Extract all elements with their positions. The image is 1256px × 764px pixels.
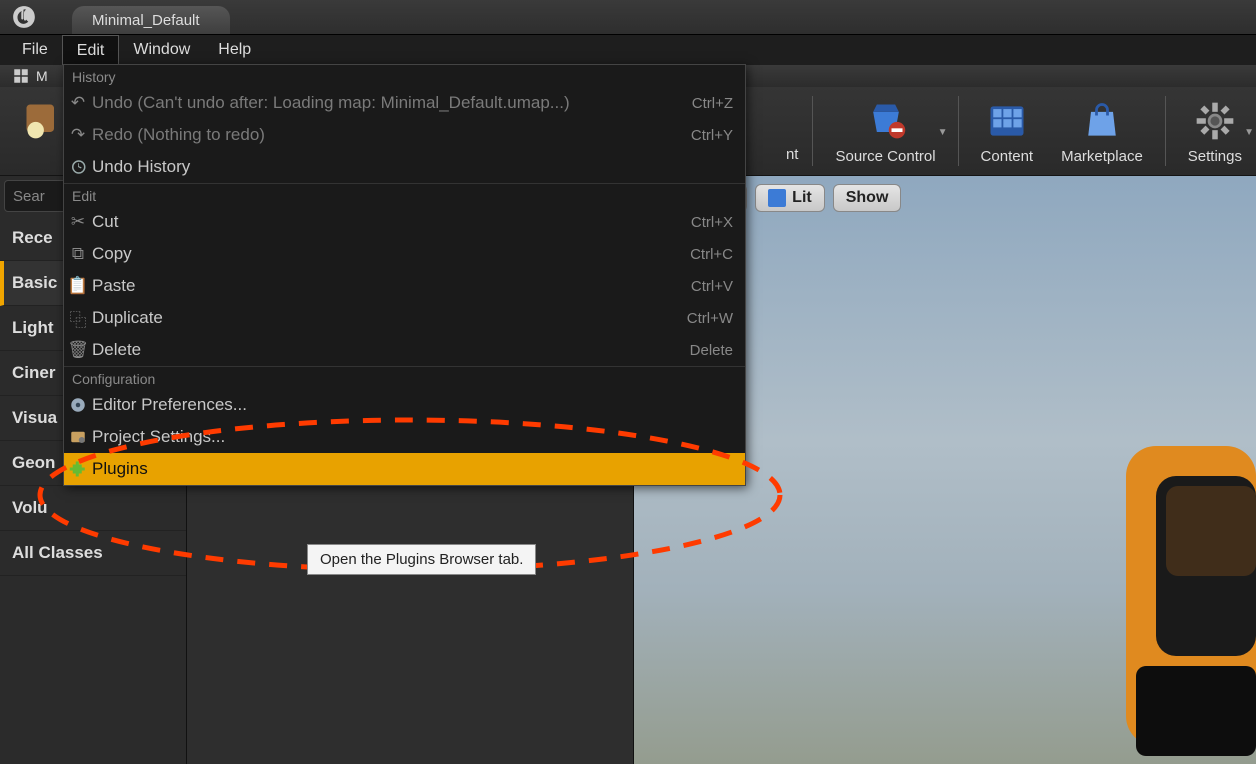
menu-undo[interactable]: ↶ Undo (Can't undo after: Loading map: M…: [64, 87, 745, 119]
toolbar-separator: [1165, 96, 1166, 166]
menu-duplicate-label: Duplicate: [92, 308, 163, 328]
project-settings-icon: [68, 427, 88, 447]
toolbar-content-label: Content: [981, 148, 1034, 165]
menu-undo-history[interactable]: Undo History: [64, 151, 745, 183]
redo-arrow-icon: ↷: [68, 125, 88, 145]
undo-arrow-icon: ↶: [68, 93, 88, 113]
modes-icon: [12, 67, 30, 85]
toolbar-marketplace[interactable]: Marketplace: [1047, 87, 1157, 175]
tooltip: Open the Plugins Browser tab.: [307, 544, 536, 575]
edit-menu-section-configuration: Configuration: [64, 366, 745, 389]
edit-menu-section-history: History: [64, 65, 745, 87]
menu-help[interactable]: Help: [204, 35, 265, 65]
toolbar-separator: [812, 96, 813, 166]
toolbar-source-control-label: Source Control: [835, 148, 935, 165]
menu-copy-shortcut: Ctrl+C: [690, 246, 733, 263]
viewport-lit-label: Lit: [792, 189, 812, 207]
source-control-icon: [863, 98, 909, 144]
toolbar-settings-label: Settings: [1188, 148, 1242, 165]
history-icon: [68, 157, 88, 177]
menubar: File Edit Window Help: [0, 34, 1256, 65]
window-tab[interactable]: Minimal_Default: [72, 6, 230, 34]
menu-project-settings[interactable]: Project Settings...: [64, 421, 745, 453]
trash-icon: 🗑: [68, 340, 88, 360]
viewport-show-label: Show: [846, 189, 889, 207]
menu-redo-shortcut: Ctrl+Y: [691, 127, 733, 144]
menu-cut-shortcut: Ctrl+X: [691, 214, 733, 231]
menu-edit[interactable]: Edit: [62, 35, 120, 65]
menu-redo-label: Redo (Nothing to redo): [92, 125, 265, 145]
toolbar-separator: [958, 96, 959, 166]
menu-redo[interactable]: ↷ Redo (Nothing to redo) Ctrl+Y: [64, 119, 745, 151]
window-tab-title: Minimal_Default: [92, 12, 200, 29]
menu-plugins-label: Plugins: [92, 459, 148, 479]
menu-file[interactable]: File: [8, 35, 62, 65]
menu-editor-preferences-label: Editor Preferences...: [92, 395, 247, 415]
tooltip-text: Open the Plugins Browser tab.: [320, 551, 523, 568]
menu-paste[interactable]: 📋 Paste Ctrl+V: [64, 270, 745, 302]
preferences-icon: [68, 395, 88, 415]
viewport-show-button[interactable]: Show: [833, 184, 902, 212]
menu-cut[interactable]: ✂ Cut Ctrl+X: [64, 206, 745, 238]
menu-paste-shortcut: Ctrl+V: [691, 278, 733, 295]
scissors-icon: ✂: [68, 212, 88, 232]
menu-copy-label: Copy: [92, 244, 132, 264]
menu-delete[interactable]: 🗑 Delete Delete: [64, 334, 745, 366]
menu-duplicate[interactable]: ⿻ Duplicate Ctrl+W: [64, 302, 745, 334]
menu-copy[interactable]: ⧉ Copy Ctrl+C: [64, 238, 745, 270]
toolbar-source-control[interactable]: Source Control ▼: [821, 87, 949, 175]
lit-cube-icon: [768, 189, 786, 207]
chevron-down-icon: ▼: [938, 127, 948, 138]
plugin-icon: [68, 459, 88, 479]
menu-duplicate-shortcut: Ctrl+W: [687, 310, 733, 327]
menu-cut-label: Cut: [92, 212, 118, 232]
modes-label-fragment: M: [36, 68, 48, 84]
marketplace-bag-icon: [1079, 98, 1125, 144]
chevron-down-icon: ▼: [1244, 127, 1254, 138]
menu-delete-shortcut: Delete: [690, 342, 733, 359]
toolbar-label-truncated: nt: [786, 146, 799, 175]
menu-paste-label: Paste: [92, 276, 135, 296]
menu-undo-shortcut: Ctrl+Z: [692, 95, 733, 112]
menu-undo-history-label: Undo History: [92, 157, 190, 177]
unreal-logo-icon: [6, 0, 42, 34]
window-tabstrip: Minimal_Default: [0, 0, 1256, 34]
menu-delete-label: Delete: [92, 340, 141, 360]
copy-icon: ⧉: [68, 244, 88, 264]
viewport-lit-button[interactable]: Lit: [755, 184, 825, 212]
edit-menu-dropdown: History ↶ Undo (Can't undo after: Loadin…: [63, 64, 746, 486]
menu-plugins[interactable]: Plugins: [64, 453, 745, 485]
toolbar-marketplace-label: Marketplace: [1061, 148, 1143, 165]
content-grid-icon: [984, 98, 1030, 144]
category-all-classes[interactable]: All Classes: [0, 531, 186, 576]
gear-icon: [1192, 98, 1238, 144]
duplicate-icon: ⿻: [68, 308, 88, 328]
category-volumes[interactable]: Volu: [0, 486, 186, 531]
clipboard-icon: 📋: [68, 276, 88, 296]
menu-window[interactable]: Window: [119, 35, 204, 65]
search-placeholder: Sear: [13, 188, 45, 205]
menu-project-settings-label: Project Settings...: [92, 427, 225, 447]
menu-undo-label: Undo (Can't undo after: Loading map: Min…: [92, 93, 570, 113]
viewport-scene-object: [1006, 406, 1256, 764]
edit-menu-section-edit: Edit: [64, 183, 745, 206]
menu-editor-preferences[interactable]: Editor Preferences...: [64, 389, 745, 421]
lightbulb-box-icon: [20, 98, 66, 144]
toolbar-settings[interactable]: Settings ▼: [1174, 87, 1256, 175]
toolbar-content[interactable]: Content: [967, 87, 1048, 175]
